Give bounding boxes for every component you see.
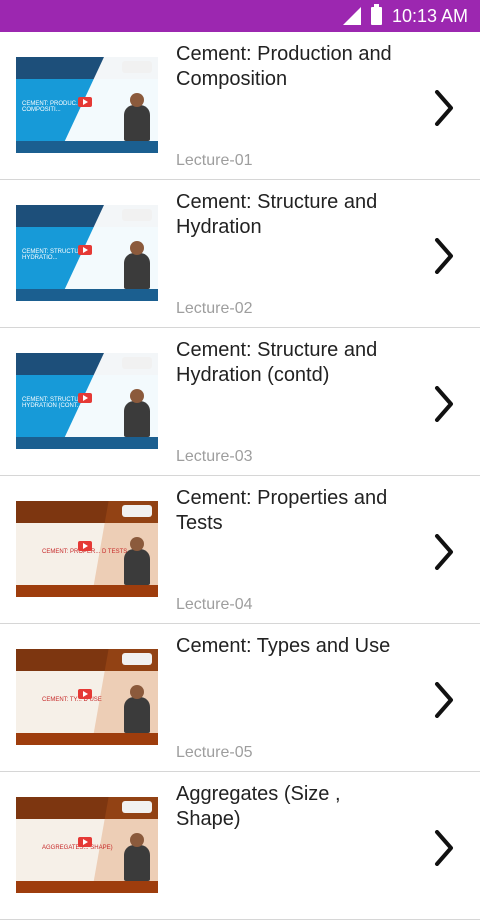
lecture-number: Lecture-03 — [176, 448, 253, 465]
video-thumbnail: CEMENT: PROPER... D TESTS — [16, 501, 158, 597]
signal-icon — [342, 7, 361, 25]
presenter-image — [124, 93, 150, 141]
video-thumbnail: CEMENT: PRODUC... AND COMPOSITI... — [16, 57, 158, 153]
presenter-image — [124, 389, 150, 437]
status-bar: 10:13 AM — [0, 0, 480, 32]
chevron-right-icon[interactable] — [426, 238, 462, 274]
logo-badges — [122, 505, 152, 517]
lecture-row[interactable]: AGGREGATES... SHAPE) Aggregates (Size , … — [0, 772, 480, 920]
lecture-title: Cement: Properties and Tests — [176, 487, 388, 534]
lecture-number: Lecture-04 — [176, 596, 253, 613]
lecture-title: Cement: Types and Use — [176, 635, 391, 657]
lecture-number: Lecture-01 — [176, 152, 253, 169]
video-thumbnail: CEMENT: STRUCTU... D HYDRATION (CONT... — [16, 353, 158, 449]
chevron-right-icon[interactable] — [426, 90, 462, 126]
lecture-title: Cement: Structure and Hydration — [176, 191, 378, 238]
lecture-row[interactable]: CEMENT: STRUCTU... D HYDRATION (CONT... … — [0, 328, 480, 476]
video-thumbnail: AGGREGATES... SHAPE) — [16, 797, 158, 893]
lecture-number: Lecture-05 — [176, 744, 253, 761]
thumbnail-caption: CEMENT: STRUCTU... D HYDRATIO... — [22, 249, 90, 261]
play-icon — [78, 245, 92, 255]
thumbnail-caption: CEMENT: STRUCTU... D HYDRATION (CONT... — [22, 397, 90, 409]
chevron-right-icon[interactable] — [426, 386, 462, 422]
logo-badges — [122, 209, 152, 221]
lecture-list: CEMENT: PRODUC... AND COMPOSITI... Cemen… — [0, 32, 480, 920]
thumbnail-caption: CEMENT: PRODUC... AND COMPOSITI... — [22, 101, 96, 113]
lecture-row[interactable]: CEMENT: PROPER... D TESTS Cement: Proper… — [0, 476, 480, 624]
presenter-image — [124, 833, 150, 881]
video-thumbnail: CEMENT: TY... D USE — [16, 649, 158, 745]
play-icon — [78, 393, 92, 403]
play-icon — [78, 97, 92, 107]
logo-badges — [122, 653, 152, 665]
chevron-right-icon[interactable] — [426, 534, 462, 570]
presenter-image — [124, 241, 150, 289]
play-icon — [78, 689, 92, 699]
chevron-right-icon[interactable] — [426, 830, 462, 866]
lecture-row[interactable]: CEMENT: TY... D USE Cement: Types and Us… — [0, 624, 480, 772]
lecture-row[interactable]: CEMENT: PRODUC... AND COMPOSITI... Cemen… — [0, 32, 480, 180]
presenter-image — [124, 537, 150, 585]
lecture-number: Lecture-02 — [176, 300, 253, 317]
play-icon — [78, 541, 92, 551]
lecture-title: Cement: Structure and Hydration (contd) — [176, 339, 378, 386]
logo-badges — [122, 801, 152, 813]
lecture-title: Aggregates (Size , Shape) — [176, 783, 341, 830]
play-icon — [78, 837, 92, 847]
chevron-right-icon[interactable] — [426, 682, 462, 718]
presenter-image — [124, 685, 150, 733]
lecture-row[interactable]: CEMENT: STRUCTU... D HYDRATIO... Cement:… — [0, 180, 480, 328]
status-time: 10:13 AM — [391, 5, 468, 26]
battery-icon — [370, 4, 382, 25]
logo-badges — [122, 61, 152, 73]
lecture-title: Cement: Production and Composition — [176, 43, 392, 90]
logo-badges — [122, 357, 152, 369]
video-thumbnail: CEMENT: STRUCTU... D HYDRATIO... — [16, 205, 158, 301]
